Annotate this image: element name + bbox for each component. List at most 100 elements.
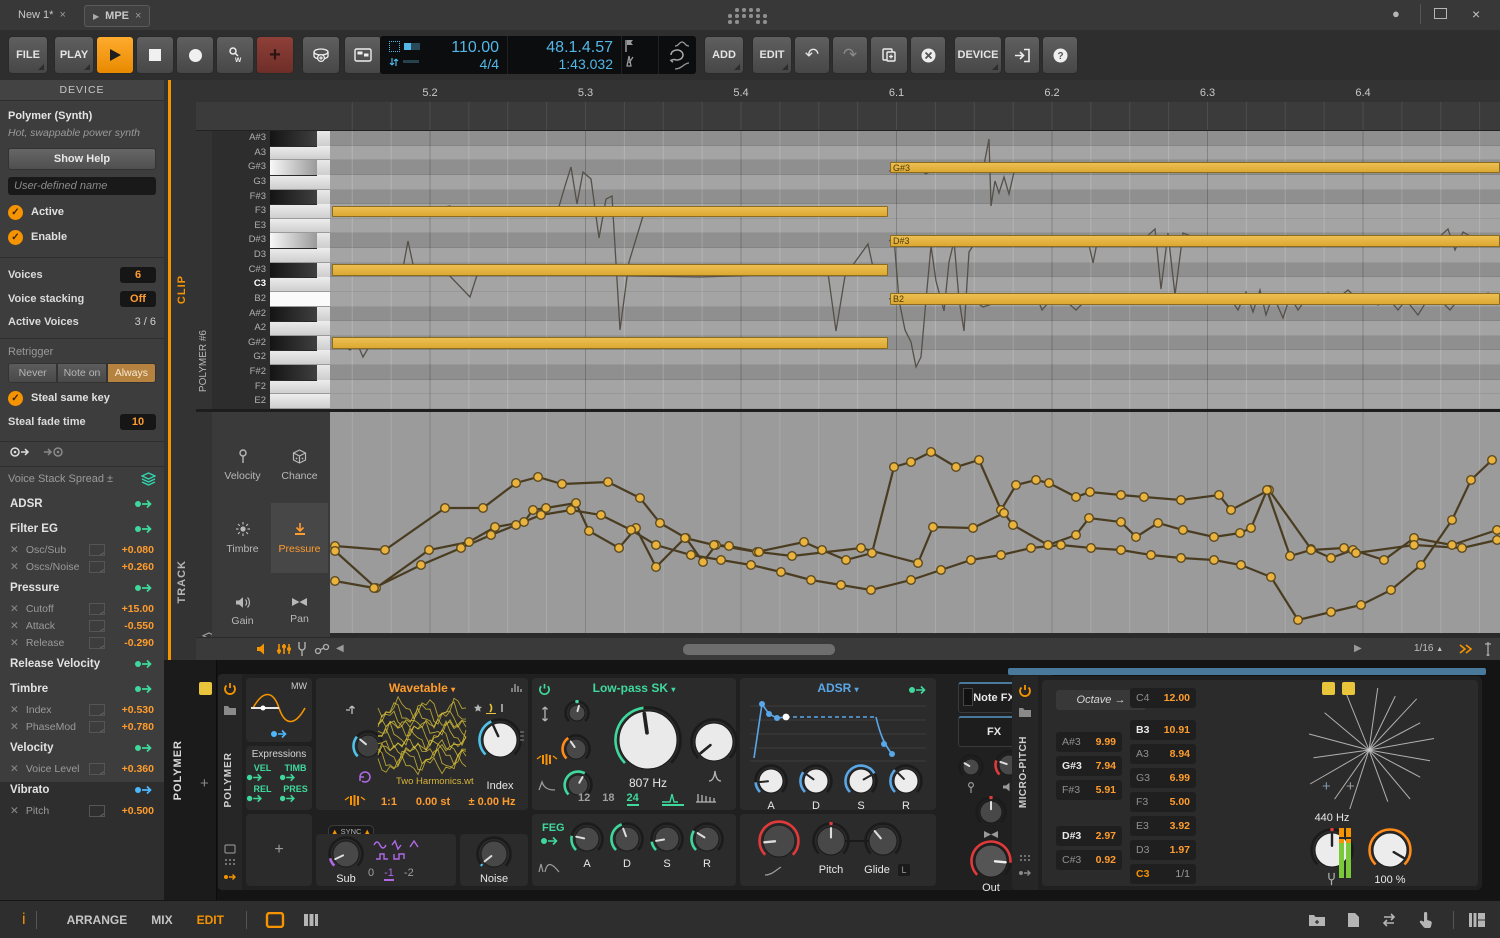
view-edit[interactable]: EDIT: [197, 913, 224, 927]
index-knob[interactable]: [478, 718, 522, 762]
pitch-glide-panel[interactable]: Pitch Glide L: [740, 814, 936, 886]
mod-curve-icon[interactable]: [89, 704, 105, 716]
pan-knob[interactable]: [975, 796, 1007, 828]
filter-resonance-knob[interactable]: [690, 718, 738, 766]
filter-shape-icons[interactable]: [660, 790, 720, 806]
filter-power-icon[interactable]: [538, 683, 551, 696]
device-name-label[interactable]: POLYMER: [223, 752, 234, 808]
mod-target-Index[interactable]: ✕Index+0.530: [0, 701, 164, 718]
grid-dots-icon[interactable]: [224, 858, 236, 866]
device-menu-button[interactable]: DEVICE: [954, 36, 1002, 74]
mod-curve-icon[interactable]: [89, 620, 105, 632]
expression-REL[interactable]: REL: [246, 783, 279, 804]
record-button[interactable]: [176, 36, 214, 74]
unison-icons[interactable]: [474, 702, 508, 714]
inspector-panel-icon[interactable]: [1346, 912, 1360, 928]
stop-button[interactable]: [136, 36, 174, 74]
feg-mod-arrow[interactable]: [540, 836, 560, 846]
oscillator-panel[interactable]: Wavetable ▾ Two Harmonics.wt Index 1:1 0…: [316, 678, 528, 810]
mod-target-Release[interactable]: ✕Release-0.290: [0, 634, 164, 651]
lane-gain[interactable]: Gain: [214, 576, 271, 646]
filter-spread-icon[interactable]: [540, 706, 550, 722]
track-name[interactable]: POLYMER: [172, 740, 184, 800]
wavetable-name[interactable]: Two Harmonics.wt: [396, 776, 448, 787]
pin-playhead-icon[interactable]: [1482, 641, 1494, 657]
mod-curve-icon[interactable]: [89, 637, 105, 649]
piano-key-D3[interactable]: D3: [212, 248, 330, 263]
remove-mod-icon[interactable]: ✕: [10, 561, 19, 573]
lane-velocity[interactable]: Velocity: [214, 430, 271, 500]
mod-source-ADSR[interactable]: ADSR: [0, 491, 164, 516]
sub-waveform-icons[interactable]: [372, 839, 436, 865]
piano-key-F2[interactable]: F2: [212, 380, 330, 395]
show-help-button[interactable]: Show Help: [8, 148, 156, 170]
steal-same-key-toggle[interactable]: ✓Steal same key: [0, 385, 164, 411]
steal-checkbox[interactable]: ✓: [8, 391, 23, 406]
phase-random-icon[interactable]: [358, 770, 372, 784]
close-tab-icon[interactable]: ×: [59, 9, 65, 21]
device-name-input[interactable]: User-defined name: [8, 177, 156, 195]
piano-key-F#2[interactable]: F#2: [212, 365, 330, 380]
mod-target-Cutoff[interactable]: ✕Cutoff+15.00: [0, 600, 164, 617]
piano-key-G#2[interactable]: G#2: [212, 336, 330, 351]
view-arrange[interactable]: ARRANGE: [67, 913, 128, 927]
adsr-A-knob[interactable]: [754, 764, 788, 798]
tuning-cell-C#3[interactable]: C#30.92: [1056, 850, 1122, 870]
file-menu-button[interactable]: FILE: [8, 36, 48, 74]
feg-D-knob[interactable]: [610, 822, 644, 856]
play-button[interactable]: [96, 36, 134, 74]
piano-key-F3[interactable]: F3: [212, 204, 330, 219]
mod-curve-icon[interactable]: [89, 721, 105, 733]
mod-curve-icon[interactable]: [89, 763, 105, 775]
lane-pressure[interactable]: Pressure: [271, 503, 328, 573]
velocity-depth-knob[interactable]: [958, 754, 984, 780]
minimize-button[interactable]: ●: [1392, 6, 1400, 21]
amp-env-panel[interactable]: ADSR ▾ A D S R: [740, 678, 936, 810]
adsr-D-knob[interactable]: [799, 764, 833, 798]
active-checkbox[interactable]: ✓: [8, 205, 23, 220]
osc-ratio-value[interactable]: 1:1: [374, 796, 404, 808]
mod-source-Vibrato[interactable]: Vibrato: [0, 777, 164, 802]
filter-keyamt-knob[interactable]: [564, 700, 590, 726]
position-value[interactable]: 48.1.4.57: [508, 39, 613, 57]
glide-knob[interactable]: [864, 822, 902, 860]
keytrack-icon[interactable]: [344, 704, 358, 716]
add-menu-button[interactable]: ADD: [704, 36, 744, 74]
punch-in-icon[interactable]: [622, 38, 638, 54]
metronome-icon[interactable]: [622, 54, 636, 68]
lane-header[interactable]: POLYMER #6: [198, 330, 209, 392]
tuning-cell-A3[interactable]: A38.94: [1130, 744, 1196, 764]
duplicate-button[interactable]: [870, 36, 908, 74]
slope-18[interactable]: 18: [602, 792, 614, 806]
note-B2[interactable]: B2: [890, 293, 1500, 305]
osc-detune-st-value[interactable]: 0.00 st: [410, 796, 456, 808]
noise-panel[interactable]: Noise: [460, 834, 528, 886]
mod-target-Osc/Sub[interactable]: ✕Osc/Sub+0.080: [0, 541, 164, 558]
ramp-icon[interactable]: [674, 62, 690, 70]
clip-tab[interactable]: CLIP: [176, 275, 188, 304]
audition-icon[interactable]: [256, 642, 270, 656]
mod-curve-icon[interactable]: [89, 603, 105, 615]
note-D#3[interactable]: D#3: [890, 235, 1500, 247]
layout-button[interactable]: [344, 36, 382, 74]
expression-sliders-icon[interactable]: [276, 642, 292, 656]
retrigger-never[interactable]: Never: [8, 363, 57, 383]
micro-pitch-device[interactable]: MICRO-PITCH Octave → A#39.99G#37.94F#35.…: [1012, 676, 1482, 890]
sub-oct-minus1[interactable]: -1: [384, 867, 394, 881]
tuning-cell-E3[interactable]: E33.92: [1130, 816, 1196, 836]
active-toggle[interactable]: ✓Active: [0, 199, 164, 225]
adsr-R-knob[interactable]: [889, 764, 923, 798]
overdub-button[interactable]: w: [216, 36, 254, 74]
note-event[interactable]: [332, 264, 888, 276]
insert-button[interactable]: [1004, 36, 1040, 74]
remove-mod-icon[interactable]: ✕: [10, 637, 19, 649]
dual-editor-icon[interactable]: [1468, 912, 1486, 928]
piano-key-G3[interactable]: G3: [212, 175, 330, 190]
tuning-cell-D3[interactable]: D31.97: [1130, 840, 1196, 860]
piano-key-C3[interactable]: C3: [212, 277, 330, 292]
tuning-fork-icon[interactable]: [296, 641, 308, 657]
scroll-left-arrow[interactable]: ◀: [336, 643, 344, 654]
add-modulator-slot[interactable]: +: [246, 814, 312, 886]
delete-button[interactable]: [910, 36, 946, 74]
retrigger-noteon[interactable]: Note on: [57, 363, 106, 383]
